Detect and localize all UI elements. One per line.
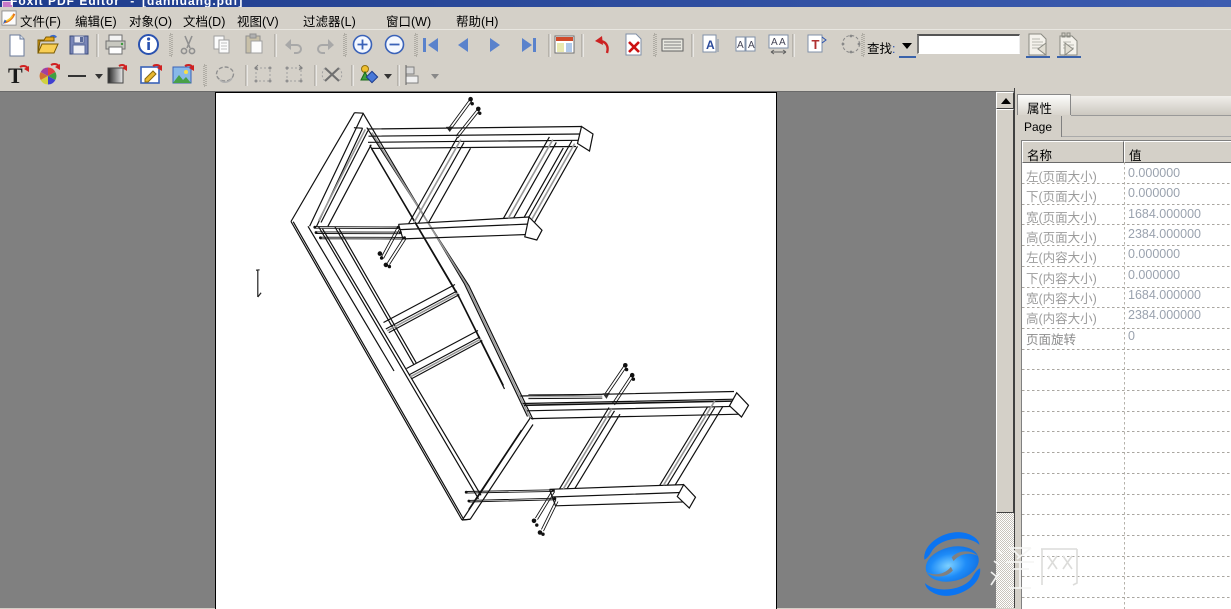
svg-text:A: A (771, 37, 778, 48)
svg-text:T: T (812, 37, 820, 52)
svg-text:A: A (748, 40, 755, 51)
svg-text:A: A (706, 38, 715, 52)
svg-text:A: A (779, 37, 786, 48)
svg-text:A: A (737, 40, 744, 51)
